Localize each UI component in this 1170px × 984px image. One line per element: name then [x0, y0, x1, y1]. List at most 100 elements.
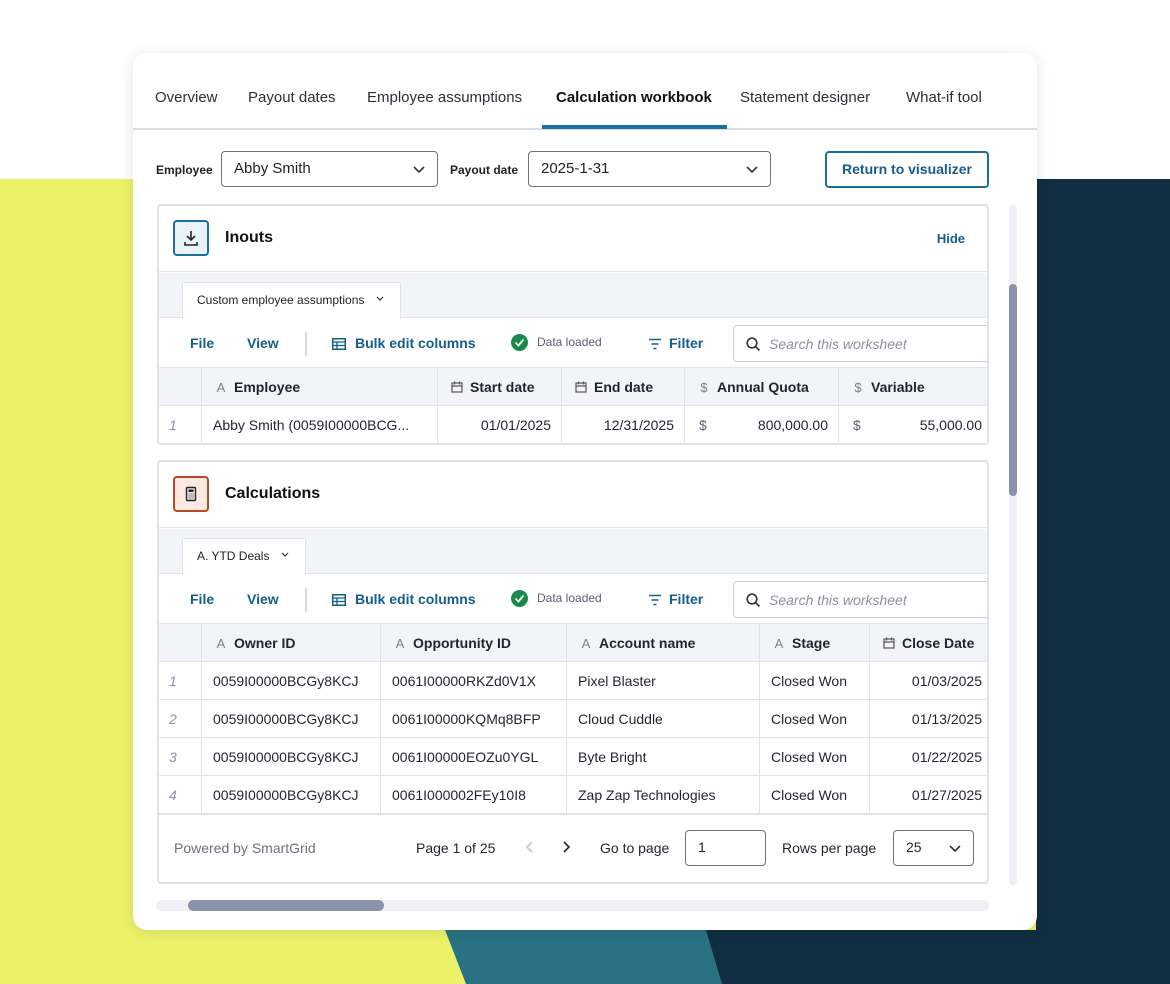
row-number-header — [159, 624, 202, 662]
column-header-employee[interactable]: A Employee — [202, 368, 438, 406]
column-header-label: Stage — [792, 635, 831, 651]
rows-per-page-select[interactable]: 25 — [893, 830, 974, 866]
check-circle-icon — [511, 590, 528, 607]
cell-account-name[interactable]: Byte Bright — [567, 738, 760, 776]
cell-owner-id[interactable]: 0059I00000BCGy8KCJ — [202, 700, 381, 738]
cell-stage[interactable]: Closed Won — [760, 662, 870, 700]
employee-select[interactable]: Abby Smith — [221, 151, 438, 187]
column-header-label: End date — [594, 379, 654, 395]
row-number: 1 — [159, 662, 202, 700]
calculations-panel-header: Calculations — [159, 462, 987, 528]
column-header-annual-quota[interactable]: $ Annual Quota — [685, 368, 839, 406]
search-input[interactable]: Search this worksheet — [733, 581, 987, 618]
inputs-panel: Inouts Hide Custom employee assumptions … — [157, 204, 989, 445]
column-header-variable[interactable]: $ Variable — [839, 368, 987, 406]
tab-payout-dates[interactable]: Payout dates — [248, 89, 336, 106]
horizontal-scrollbar-thumb[interactable] — [188, 900, 384, 911]
column-header-label: Close Date — [902, 635, 975, 651]
search-input[interactable]: Search this worksheet — [733, 325, 987, 362]
sheet-tab-strip: Custom employee assumptions — [159, 273, 987, 319]
file-menu[interactable]: File — [190, 591, 214, 607]
tab-calculation-workbook[interactable]: Calculation workbook — [556, 89, 712, 106]
sheet-tab[interactable]: A. YTD Deals — [182, 538, 306, 575]
hide-link[interactable]: Hide — [937, 231, 965, 246]
filter-icon — [649, 338, 661, 350]
tab-employee-assumptions[interactable]: Employee assumptions — [367, 89, 522, 106]
calculations-panel-title: Calculations — [225, 485, 321, 502]
cell-stage[interactable]: Closed Won — [760, 776, 870, 814]
filter-button[interactable]: Filter — [669, 335, 703, 351]
inputs-panel-header: Inouts Hide — [159, 206, 987, 272]
view-menu[interactable]: View — [247, 591, 279, 607]
cell-close-date[interactable]: 01/03/2025 — [870, 662, 987, 700]
column-header-label: Start date — [470, 379, 535, 395]
search-placeholder: Search this worksheet — [769, 336, 907, 352]
column-header-label: Employee — [234, 379, 301, 395]
chevron-down-icon — [746, 166, 758, 174]
return-to-visualizer-button[interactable]: Return to visualizer — [825, 151, 989, 188]
check-circle-icon — [511, 334, 528, 351]
column-header-end-date[interactable]: End date — [562, 368, 685, 406]
sheet-tab-label: A. YTD Deals — [197, 549, 270, 563]
go-to-page-input[interactable]: 1 — [685, 830, 766, 866]
column-header-owner-id[interactable]: A Owner ID — [202, 624, 381, 662]
cell-employee[interactable]: Abby Smith (0059I00000BCG... — [202, 406, 438, 443]
calculations-panel: Calculations A. YTD Deals File View Bulk… — [157, 460, 989, 884]
bulk-edit-columns-button[interactable]: Bulk edit columns — [355, 335, 476, 351]
cell-start-date[interactable]: 01/01/2025 — [438, 406, 562, 443]
chevron-right-icon[interactable] — [556, 837, 576, 857]
tab-statement-designer[interactable]: Statement designer — [740, 89, 870, 106]
table-icon — [332, 594, 346, 606]
view-menu[interactable]: View — [247, 335, 279, 351]
payout-date-label: Payout date — [450, 163, 519, 177]
chevron-left-icon[interactable] — [520, 837, 540, 857]
calendar-icon — [451, 381, 463, 393]
cell-close-date[interactable]: 01/27/2025 — [870, 776, 987, 814]
column-header-start-date[interactable]: Start date — [438, 368, 562, 406]
chevron-down-icon — [949, 845, 961, 853]
cell-end-date[interactable]: 12/31/2025 — [562, 406, 685, 443]
vertical-scrollbar-thumb[interactable] — [1009, 284, 1017, 496]
column-header-account-name[interactable]: A Account name — [567, 624, 760, 662]
page-info: Page 1 of 25 — [416, 840, 496, 856]
filter-button[interactable]: Filter — [669, 591, 703, 607]
toolbar-divider — [305, 332, 307, 356]
go-to-page-label: Go to page — [600, 840, 670, 856]
bulk-edit-columns-button[interactable]: Bulk edit columns — [355, 591, 476, 607]
cell-opportunity-id[interactable]: 0061I00000KQMq8BFP — [381, 700, 567, 738]
row-number: 4 — [159, 776, 202, 814]
column-header-opportunity-id[interactable]: A Opportunity ID — [381, 624, 567, 662]
sheet-tab[interactable]: Custom employee assumptions — [182, 282, 401, 319]
file-menu[interactable]: File — [190, 335, 214, 351]
cell-owner-id[interactable]: 0059I00000BCGy8KCJ — [202, 776, 381, 814]
cell-account-name[interactable]: Cloud Cuddle — [567, 700, 760, 738]
column-header-close-date[interactable]: Close Date — [870, 624, 987, 662]
cell-account-name[interactable]: Zap Zap Technologies — [567, 776, 760, 814]
cell-opportunity-id[interactable]: 0061I000002FEy10I8 — [381, 776, 567, 814]
cell-opportunity-id[interactable]: 0061I00000EOZu0YGL — [381, 738, 567, 776]
tab-bar: Overview Payout dates Employee assumptio… — [133, 53, 1037, 130]
cell-close-date[interactable]: 01/13/2025 — [870, 700, 987, 738]
inputs-panel-title: Inouts — [225, 229, 273, 246]
rows-per-page-label: Rows per page — [782, 840, 877, 856]
cell-stage[interactable]: Closed Won — [760, 700, 870, 738]
tab-overview[interactable]: Overview — [155, 89, 218, 106]
cell-close-date[interactable]: 01/22/2025 — [870, 738, 987, 776]
cell-opportunity-id[interactable]: 0061I00000RKZd0V1X — [381, 662, 567, 700]
cell-value: 55,000.00 — [919, 417, 982, 433]
row-number: 3 — [159, 738, 202, 776]
employee-select-value: Abby Smith — [234, 160, 311, 177]
cell-variable[interactable]: $ 55,000.00 — [839, 406, 987, 443]
search-placeholder: Search this worksheet — [769, 592, 907, 608]
column-header-stage[interactable]: A Stage — [760, 624, 870, 662]
tab-what-if-tool[interactable]: What-if tool — [906, 89, 982, 106]
cell-owner-id[interactable]: 0059I00000BCGy8KCJ — [202, 662, 381, 700]
cell-annual-quota[interactable]: $ 800,000.00 — [685, 406, 839, 443]
cell-owner-id[interactable]: 0059I00000BCGy8KCJ — [202, 738, 381, 776]
toolbar-divider — [305, 588, 307, 612]
rows-per-page-value: 25 — [906, 839, 922, 855]
row-number-header — [159, 368, 202, 406]
payout-date-select[interactable]: 2025-1-31 — [528, 151, 771, 187]
cell-stage[interactable]: Closed Won — [760, 738, 870, 776]
cell-account-name[interactable]: Pixel Blaster — [567, 662, 760, 700]
